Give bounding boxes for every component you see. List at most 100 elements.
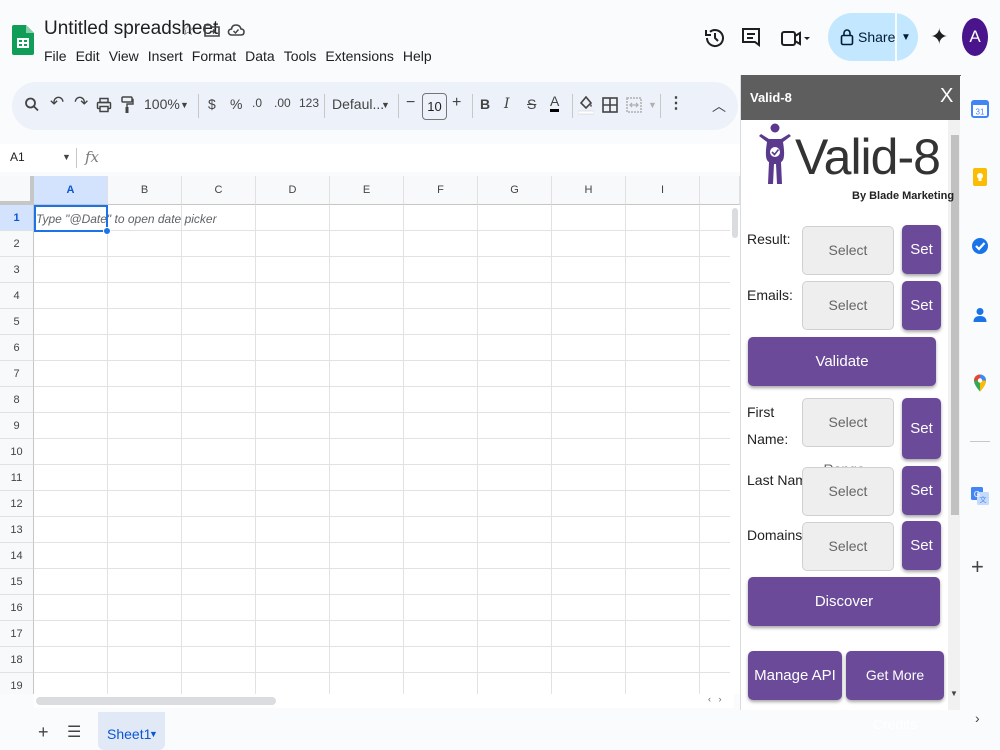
menu-extensions[interactable]: Extensions — [325, 48, 393, 64]
domains-set-button[interactable]: Set — [902, 521, 941, 570]
result-range-input[interactable]: Select Range.. — [802, 226, 894, 305]
menu-file[interactable]: File — [44, 48, 67, 64]
column-header-c[interactable]: C — [182, 176, 256, 205]
discover-button[interactable]: Discover — [748, 577, 940, 626]
font-family-select[interactable]: Defaul... — [332, 96, 384, 112]
column-header-a[interactable]: A — [34, 176, 108, 205]
column-header-d[interactable]: D — [256, 176, 330, 205]
borders-icon[interactable] — [602, 97, 618, 113]
paint-format-icon[interactable] — [120, 95, 134, 115]
row-header-6[interactable]: 6 — [0, 335, 34, 361]
spreadsheet-grid[interactable]: A B C D E F G H I 1 2 3 4 5 6 7 8 9 10 11 12 13 14 15 16 17 18 19 Ty… — [0, 176, 740, 694]
cloud-saved-icon[interactable] — [226, 20, 246, 40]
star-icon[interactable]: ☆ — [178, 20, 198, 40]
column-header-b[interactable]: B — [108, 176, 182, 205]
merge-cells-icon[interactable] — [626, 97, 642, 113]
row-header-12[interactable]: 12 — [0, 491, 34, 517]
row-header-18[interactable]: 18 — [0, 647, 34, 673]
redo-icon[interactable]: ↷ — [74, 93, 88, 113]
name-box-dropdown-icon[interactable]: ▼ — [62, 152, 71, 162]
account-avatar[interactable]: A — [962, 18, 988, 56]
menu-edit[interactable]: Edit — [76, 48, 100, 64]
row-header-13[interactable]: 13 — [0, 517, 34, 543]
more-options-icon[interactable]: ⋮ — [668, 93, 684, 113]
row-header-4[interactable]: 4 — [0, 283, 34, 309]
calendar-icon[interactable]: 31 — [970, 99, 990, 119]
row-header-15[interactable]: 15 — [0, 569, 34, 595]
share-dropdown-icon[interactable]: ▼ — [901, 32, 911, 43]
row-header-5[interactable]: 5 — [0, 309, 34, 335]
contacts-icon[interactable] — [970, 305, 990, 325]
keep-icon[interactable] — [970, 167, 990, 187]
column-header-e[interactable]: E — [330, 176, 404, 205]
vertical-scrollbar[interactable] — [730, 205, 740, 694]
translate-icon[interactable]: G 文 — [970, 486, 990, 506]
row-header-10[interactable]: 10 — [0, 439, 34, 465]
row-header-1[interactable]: 1 — [0, 205, 34, 231]
scroll-down-icon[interactable]: ▼ — [950, 689, 958, 698]
menu-format[interactable]: Format — [192, 48, 236, 64]
gemini-icon[interactable]: ✦ — [930, 24, 948, 50]
maps-icon[interactable] — [970, 373, 990, 393]
text-color-button[interactable]: A — [550, 93, 560, 112]
row-header-3[interactable]: 3 — [0, 257, 34, 283]
get-add-ons-icon[interactable]: + — [971, 554, 984, 580]
row-header-17[interactable]: 17 — [0, 621, 34, 647]
column-header-i[interactable]: I — [626, 176, 700, 205]
sheet-tab-sheet1[interactable]: Sheet1 ▼ — [98, 712, 165, 750]
menu-insert[interactable]: Insert — [148, 48, 183, 64]
format-currency-button[interactable]: $ — [208, 96, 216, 112]
decrease-font-size-icon[interactable]: − — [406, 94, 415, 112]
decrease-decimal-button[interactable]: .0 — [252, 96, 262, 110]
validate-button[interactable]: Validate — [748, 337, 936, 386]
format-percent-button[interactable]: % — [230, 96, 242, 112]
menu-view[interactable]: View — [109, 48, 139, 64]
column-header-f[interactable]: F — [404, 176, 478, 205]
meet-icon[interactable] — [778, 25, 814, 51]
domains-range-input[interactable]: Select Range.. — [802, 522, 894, 601]
font-size-input[interactable]: 10 — [422, 93, 447, 120]
manage-api-button[interactable]: Manage API — [748, 651, 842, 700]
row-header-19[interactable]: 19 — [0, 673, 34, 694]
fill-color-icon[interactable] — [578, 93, 594, 115]
tasks-icon[interactable] — [970, 236, 990, 256]
menu-tools[interactable]: Tools — [284, 48, 317, 64]
fill-handle[interactable] — [103, 227, 111, 235]
all-sheets-menu-icon[interactable]: ☰ — [67, 722, 81, 742]
vertical-scroll-thumb[interactable] — [732, 208, 738, 238]
add-sheet-icon[interactable]: + — [38, 722, 49, 743]
horizontal-scroll-thumb[interactable] — [36, 697, 276, 705]
collapse-toolbar-icon[interactable]: ︿ — [712, 96, 726, 116]
comments-icon[interactable] — [738, 25, 764, 51]
column-header-h[interactable]: H — [552, 176, 626, 205]
row-header-14[interactable]: 14 — [0, 543, 34, 569]
row-header-7[interactable]: 7 — [0, 361, 34, 387]
strikethrough-button[interactable]: S — [527, 96, 536, 112]
first-name-set-button[interactable]: Set — [902, 398, 941, 459]
more-formats-button[interactable]: 123 — [299, 96, 319, 110]
emails-range-input[interactable]: Select Range.. — [802, 281, 894, 360]
scroll-arrows-icon[interactable]: ‹ › — [708, 694, 722, 704]
sheets-logo-icon[interactable] — [12, 20, 34, 60]
get-more-credits-button[interactable]: Get More Credits — [846, 651, 944, 732]
row-header-9[interactable]: 9 — [0, 413, 34, 439]
search-menus-icon[interactable] — [24, 96, 40, 114]
move-folder-icon[interactable] — [202, 20, 222, 40]
italic-button[interactable]: I — [504, 96, 510, 112]
last-name-set-button[interactable]: Set — [902, 466, 941, 515]
merge-dropdown-icon[interactable]: ▼ — [648, 100, 657, 110]
share-button[interactable]: Share ▼ — [828, 13, 918, 61]
zoom-dropdown-icon[interactable]: ▼ — [180, 100, 189, 110]
name-box[interactable]: A1 — [10, 150, 25, 164]
row-header-11[interactable]: 11 — [0, 465, 34, 491]
first-name-range-input[interactable]: Select Range.. — [802, 398, 894, 477]
increase-font-size-icon[interactable]: + — [452, 94, 461, 112]
row-header-8[interactable]: 8 — [0, 387, 34, 413]
version-history-icon[interactable] — [702, 25, 728, 51]
undo-icon[interactable]: ↶ — [50, 93, 64, 113]
show-side-panel-icon[interactable]: › — [975, 710, 980, 726]
bold-button[interactable]: B — [480, 96, 490, 112]
menu-help[interactable]: Help — [403, 48, 432, 64]
increase-decimal-button[interactable]: .00 — [274, 96, 291, 110]
font-dropdown-icon[interactable]: ▼ — [381, 100, 390, 110]
